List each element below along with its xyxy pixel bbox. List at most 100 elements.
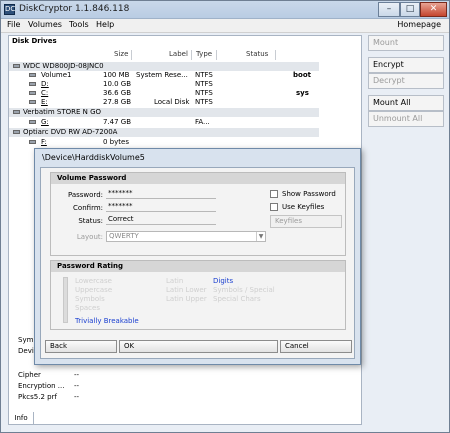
column-divider[interactable] <box>191 50 192 60</box>
volume-name: Volume1 <box>41 71 72 79</box>
column-divider[interactable] <box>216 50 217 60</box>
column-label[interactable]: Label <box>169 50 188 60</box>
disk-group-row[interactable]: WDC WD800JD-08JNC0 <box>9 62 319 71</box>
dialog-title: \Device\HarddiskVolume5 <box>42 153 145 162</box>
menu-volumes[interactable]: Volumes <box>28 20 62 29</box>
volume-type: NTFS <box>195 89 213 97</box>
volume-icon <box>29 100 36 104</box>
confirm-password-input[interactable]: ******* <box>106 202 216 212</box>
back-button[interactable]: Back <box>45 340 117 353</box>
volume-icon <box>29 120 36 124</box>
column-divider[interactable] <box>275 50 276 60</box>
column-status[interactable]: Status <box>246 50 268 60</box>
rating-faint-text: Lowercase <box>75 277 112 285</box>
volume-type: NTFS <box>195 98 213 106</box>
volume-size: 0 bytes <box>103 138 129 146</box>
volume-type: NTFS <box>195 80 213 88</box>
volume-type: FA... <box>195 118 210 126</box>
cancel-button[interactable]: Cancel <box>280 340 352 353</box>
decrypt-button[interactable]: Decrypt <box>368 73 444 89</box>
layout-select[interactable]: QWERTY ▼ <box>106 231 266 242</box>
menu-bar: File Volumes Tools Help Homepage <box>1 19 449 33</box>
app-window: DC DiskCryptor 1.1.846.118 – □ ✕ File Vo… <box>0 0 450 433</box>
mount-button[interactable]: Mount <box>368 35 444 51</box>
rating-faint-text: Latin Lower <box>166 286 207 294</box>
show-password-checkbox[interactable] <box>270 190 278 198</box>
use-keyfiles-checkbox[interactable] <box>270 203 278 211</box>
disk-name: Verbatim STORE N GO <box>23 108 102 116</box>
volume-label: System Rese... <box>136 71 188 79</box>
menu-help[interactable]: Help <box>96 20 114 29</box>
info-encryption-label: Encryption ... <box>18 382 65 390</box>
column-divider[interactable] <box>131 50 132 60</box>
rating-faint-text: Symbols <box>75 295 105 303</box>
volume-row[interactable]: E: 27.8 GB Local Disk NTFS <box>9 98 319 107</box>
disk-group-row[interactable]: Optiarc DVD RW AD-7200A <box>9 128 319 137</box>
volume-name: D: <box>41 80 49 88</box>
encrypt-button[interactable]: Encrypt <box>368 57 444 73</box>
menu-file[interactable]: File <box>7 20 20 29</box>
info-encryption-value: -- <box>74 382 80 390</box>
volume-row[interactable]: C: 36.6 GB NTFS sys <box>9 89 319 98</box>
volume-name: G: <box>41 118 49 126</box>
minimize-button[interactable]: – <box>378 2 400 17</box>
volume-password-dialog: \Device\HarddiskVolume5 Volume Password … <box>34 148 361 365</box>
hard-disk-icon <box>13 64 20 68</box>
show-password-label: Show Password <box>282 190 336 198</box>
title-bar[interactable]: DC DiskCryptor 1.1.846.118 – □ ✕ <box>1 1 449 19</box>
usb-drive-icon <box>13 110 20 114</box>
volume-size: 100 MB <box>103 71 130 79</box>
volume-row[interactable]: D: 10.0 GB NTFS <box>9 80 319 89</box>
volume-label: Local Disk <box>154 98 190 106</box>
rating-faint-text: Symbols / Special <box>213 286 275 294</box>
use-keyfiles-label: Use Keyfiles <box>282 203 325 211</box>
keyfiles-button[interactable]: Keyfiles <box>270 215 342 228</box>
volume-type: NTFS <box>195 71 213 79</box>
password-label: Password: <box>67 191 103 199</box>
password-input[interactable]: ******* <box>106 189 216 199</box>
disk-name: Optiarc DVD RW AD-7200A <box>23 128 118 136</box>
action-sidebar: Mount Encrypt Decrypt Mount All Unmount … <box>365 34 445 424</box>
unmount-all-button[interactable]: Unmount All <box>368 111 444 127</box>
rating-digits: Digits <box>213 277 234 285</box>
status-label: Status: <box>78 217 103 225</box>
password-rating-group: Password Rating Lowercase Uppercase Symb… <box>50 260 346 330</box>
maximize-button[interactable]: □ <box>400 2 420 17</box>
volume-icon <box>29 91 36 95</box>
column-size[interactable]: Size <box>114 50 128 60</box>
column-type[interactable]: Type <box>196 50 212 60</box>
window-title: DiskCryptor 1.1.846.118 <box>19 4 130 14</box>
info-cipher-label: Cipher <box>18 371 41 379</box>
volume-row[interactable]: Volume1 100 MB System Rese... NTFS boot <box>9 71 319 80</box>
rating-faint-text: Latin <box>166 277 184 285</box>
rating-result: Trivially Breakable <box>75 317 139 325</box>
rating-faint-text: Latin Upper <box>166 295 207 303</box>
chevron-down-icon[interactable]: ▼ <box>256 232 265 241</box>
confirm-label: Confirm: <box>73 204 103 212</box>
mount-all-button[interactable]: Mount All <box>368 95 444 111</box>
homepage-link[interactable]: Homepage <box>397 20 441 29</box>
status-value: Correct <box>106 215 216 225</box>
tab-info[interactable]: Info <box>8 412 34 425</box>
rating-faint-text: Uppercase <box>75 286 113 294</box>
optical-drive-icon <box>13 130 20 134</box>
rating-meter <box>63 277 68 323</box>
disk-drives-label: Disk Drives <box>12 37 57 45</box>
app-logo-icon: DC <box>4 4 16 15</box>
ok-button[interactable]: OK <box>119 340 278 353</box>
menu-tools[interactable]: Tools <box>69 20 89 29</box>
volume-size: 7.47 GB <box>103 118 132 126</box>
volume-icon <box>29 82 36 86</box>
password-rating-header: Password Rating <box>51 261 345 272</box>
layout-label: Layout: <box>76 233 103 241</box>
close-button[interactable]: ✕ <box>420 2 447 17</box>
info-pkcs-label: Pkcs5.2 prf <box>18 393 57 401</box>
volume-row[interactable]: G: 7.47 GB FA... <box>9 118 319 127</box>
info-pkcs-value: -- <box>74 393 80 401</box>
layout-select-value: QWERTY <box>109 232 139 240</box>
volume-row[interactable]: F: 0 bytes <box>9 138 319 147</box>
disk-group-row[interactable]: Verbatim STORE N GO <box>9 108 319 117</box>
info-cipher-value: -- <box>74 371 80 379</box>
volume-password-group: Volume Password Password: ******* Confir… <box>50 172 346 256</box>
dialog-body: Volume Password Password: ******* Confir… <box>40 167 355 359</box>
